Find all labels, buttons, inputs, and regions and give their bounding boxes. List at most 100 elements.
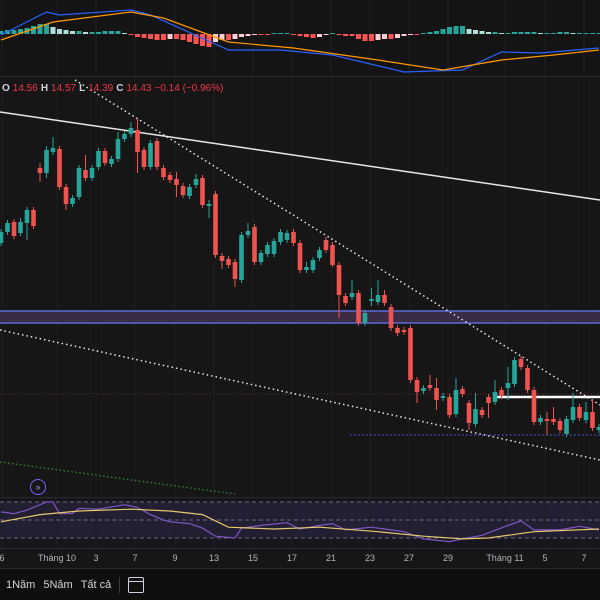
macd-histogram-bar [499, 33, 504, 34]
macd-histogram-bar [258, 34, 264, 35]
close-label: C [116, 83, 124, 94]
macd-histogram-bar [148, 34, 153, 39]
macd-histogram-bar [135, 34, 140, 37]
macd-histogram-bar [11, 30, 17, 34]
candle-body [564, 419, 569, 434]
macd-histogram-bar [544, 33, 550, 34]
time-tick: 23 [364, 553, 376, 563]
macd-histogram-bar [453, 26, 459, 34]
candle-body [473, 409, 478, 424]
alert-marker-icon[interactable]: » [30, 479, 46, 495]
macd-histogram-bar [232, 34, 238, 39]
candle-body [245, 231, 251, 235]
macd-histogram-bar [96, 32, 101, 34]
macd-histogram-bar [245, 34, 251, 36]
macd-histogram-bar [538, 33, 543, 34]
candle-body [388, 307, 394, 328]
macd-histogram-bar [70, 31, 75, 34]
macd-histogram-bar [102, 31, 108, 34]
candle-body [226, 259, 231, 265]
candle-body [89, 168, 95, 178]
time-tick: 13 [208, 553, 220, 563]
macd-histogram-bar [76, 31, 82, 34]
candle-body [206, 204, 212, 206]
high-label: H [40, 83, 49, 94]
macd-histogram-bar [239, 34, 244, 37]
candle-body [96, 151, 101, 167]
low-value: 14.39 [88, 83, 114, 94]
toolbar-divider [119, 576, 121, 593]
change-value: −0.14 (−0.96%) [154, 83, 224, 94]
macd-histogram-bar [187, 34, 192, 42]
support-zone[interactable] [0, 311, 600, 323]
time-tick: 27 [403, 553, 415, 563]
candle-body [330, 245, 335, 265]
macd-histogram-bar [63, 30, 69, 34]
candle-body [213, 194, 218, 255]
macd-histogram-bar [271, 33, 277, 34]
candle-body [154, 141, 160, 167]
open-value: 14.56 [12, 83, 38, 94]
candle-body [161, 168, 166, 177]
macd-histogram-bar [492, 32, 498, 34]
candle-body [590, 412, 595, 428]
range-1y-button[interactable]: 1Năm [6, 579, 35, 591]
calendar-goto-icon[interactable] [128, 576, 145, 593]
macd-histogram-bar [128, 34, 134, 35]
candle-body [258, 253, 264, 262]
macd-histogram-bar [109, 31, 114, 34]
macd-histogram-bar [395, 34, 400, 38]
candle-body [18, 222, 23, 233]
macd-histogram-bar [141, 34, 147, 38]
candle-body [265, 245, 270, 254]
macd-histogram-bar [505, 33, 511, 34]
candle-body [31, 210, 36, 226]
candle-body [115, 139, 121, 159]
price-pane [0, 77, 600, 497]
macd-histogram-bar [317, 34, 322, 37]
candle-body [466, 403, 472, 423]
candle-body [297, 243, 303, 270]
candle-body [336, 265, 342, 295]
candle-body [284, 233, 290, 240]
macd-histogram-bar [200, 34, 205, 46]
macd-histogram-bar [466, 29, 472, 34]
macd-histogram-bar [362, 34, 368, 41]
close-value: 14.43 [126, 83, 152, 94]
candle-body [512, 360, 517, 384]
time-tick: 15 [247, 553, 259, 563]
candle-body [447, 397, 452, 415]
range-5y-button[interactable]: 5Năm [43, 579, 72, 591]
candle-body [317, 250, 322, 258]
macd-histogram-bar [525, 32, 530, 34]
macd-histogram-bar [408, 34, 413, 35]
candle-body [427, 385, 433, 388]
candle-body [486, 397, 491, 403]
macd-histogram-bar [115, 31, 121, 34]
macd-histogram-bar [473, 30, 478, 34]
candle-body [135, 130, 140, 152]
macd-histogram-bar [369, 34, 374, 41]
macd-histogram-bar [388, 34, 394, 39]
macd-histogram-bar [44, 24, 49, 34]
macd-histogram-bar [89, 32, 95, 34]
macd-histogram-bar [83, 32, 88, 34]
candle-body [570, 407, 576, 420]
time-tick: 7 [581, 553, 587, 563]
range-all-button[interactable]: Tất cả [81, 579, 112, 591]
candle-body [187, 187, 192, 196]
macd-histogram-bar [161, 34, 166, 40]
time-tick: 7 [132, 553, 138, 563]
macd-histogram-bar [531, 32, 537, 34]
candle-body [278, 232, 283, 242]
candle-body [167, 175, 173, 180]
macd-histogram-bar [375, 34, 381, 40]
candle-body [44, 150, 49, 173]
macd-histogram-bar [349, 34, 355, 36]
candle-body [232, 262, 238, 279]
candle-body [70, 198, 75, 204]
candle-body [577, 407, 582, 418]
macd-histogram-bar [57, 29, 62, 34]
candle-body [180, 186, 186, 195]
candle-body [434, 388, 439, 400]
